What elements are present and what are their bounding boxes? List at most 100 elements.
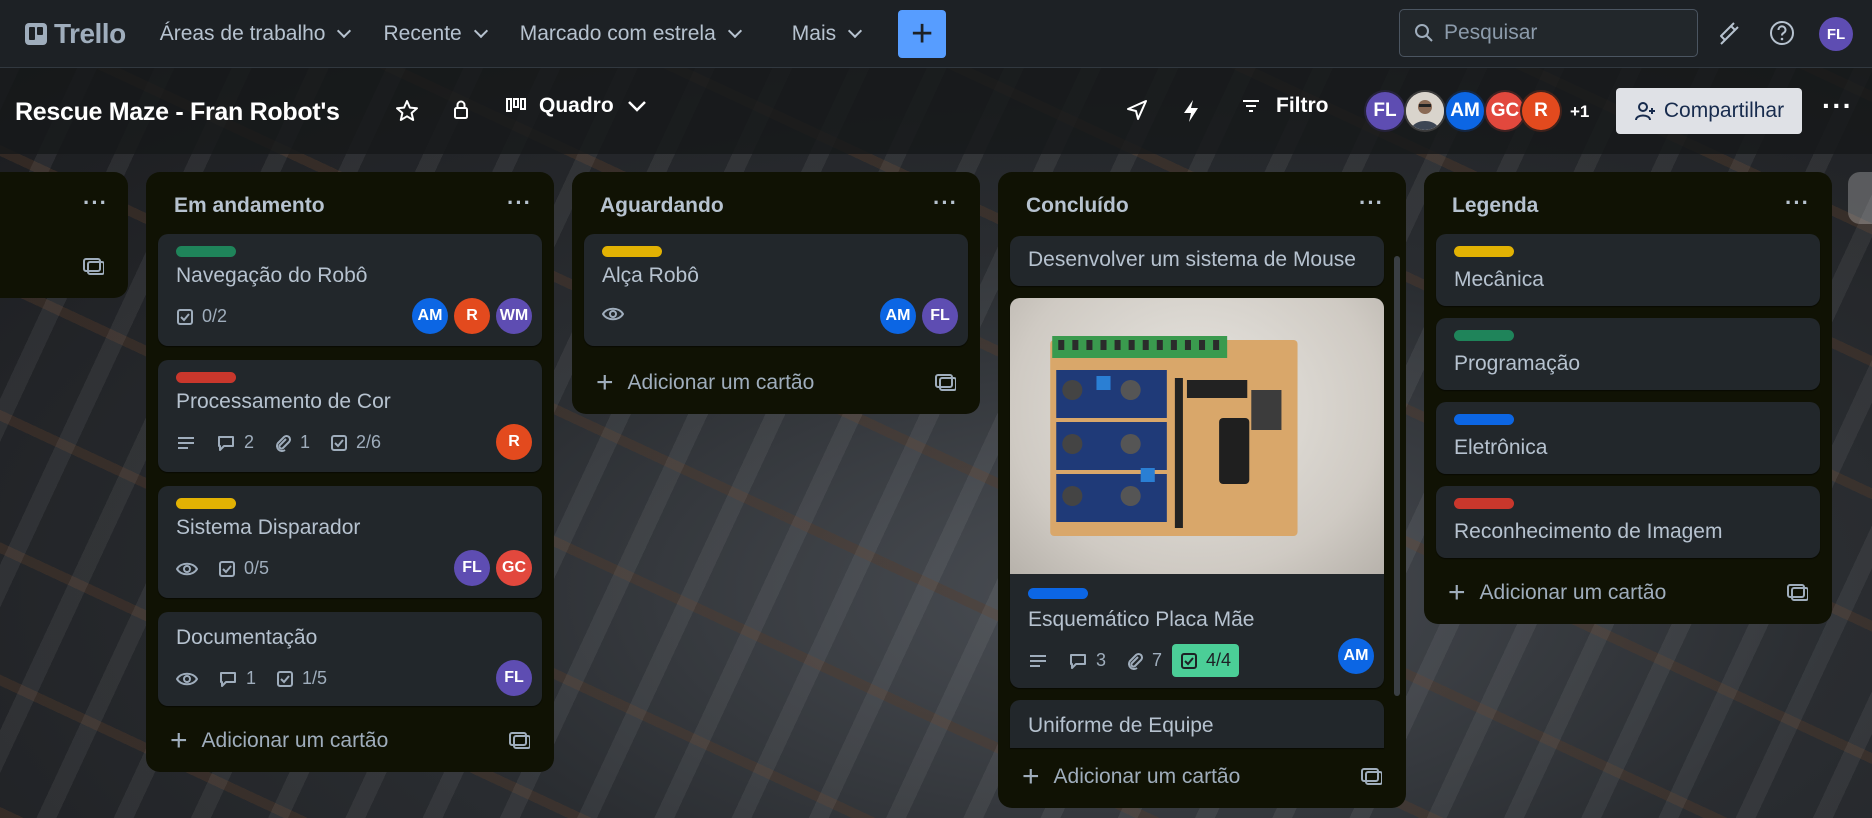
- help-icon: [1770, 21, 1794, 45]
- user-avatar[interactable]: FL: [1819, 17, 1853, 51]
- list-scrollbar[interactable]: [1394, 256, 1400, 696]
- list-partial: ···: [0, 172, 128, 298]
- star-board-button[interactable]: [394, 98, 420, 124]
- checklist-badge: 0/2: [176, 306, 227, 327]
- card-legenda-eletronica[interactable]: Eletrônica: [1436, 402, 1820, 474]
- plus-icon: +: [1022, 760, 1040, 793]
- card-member-avatar[interactable]: FL: [454, 550, 490, 586]
- card-member-avatar[interactable]: R: [496, 424, 532, 460]
- card-legenda-reconhecimento[interactable]: Reconhecimento de Imagem: [1436, 486, 1820, 558]
- card-template-icon[interactable]: [1360, 766, 1382, 786]
- card-members: AM R WM: [412, 298, 532, 334]
- nav-more[interactable]: Mais: [792, 22, 863, 46]
- label-blue: [1028, 588, 1088, 599]
- list-title[interactable]: Concluído: [1026, 194, 1129, 218]
- add-person-icon: [1634, 102, 1655, 121]
- search-input[interactable]: [1444, 21, 1674, 45]
- card-sistema-mouse[interactable]: Desenvolver um sistema de Mouse: [1010, 236, 1384, 286]
- card-legenda-programacao[interactable]: Programação: [1436, 318, 1820, 390]
- card-member-avatar[interactable]: WM: [496, 298, 532, 334]
- power-ups-button[interactable]: [1125, 98, 1149, 122]
- card-processamento[interactable]: Processamento de Cor 2 1 2/6 R: [158, 360, 542, 472]
- create-button[interactable]: +: [898, 9, 947, 58]
- card-template-icon[interactable]: [1786, 582, 1808, 602]
- plus-icon: +: [1448, 576, 1466, 609]
- lock-icon: [454, 100, 468, 119]
- board-view-icon: [506, 98, 526, 112]
- board-menu-button[interactable]: ···: [1822, 92, 1853, 120]
- add-card-button[interactable]: + Adicionar um cartão: [596, 368, 814, 398]
- member-avatar[interactable]: FL: [1364, 90, 1406, 132]
- card-member-avatar[interactable]: AM: [880, 298, 916, 334]
- card-member-avatar[interactable]: FL: [922, 298, 958, 334]
- card-member-avatar[interactable]: R: [454, 298, 490, 334]
- automation-button[interactable]: [1180, 98, 1202, 124]
- list-menu-button[interactable]: ···: [1785, 190, 1810, 216]
- checklist-icon: [177, 308, 193, 325]
- nav-starred-label: Marcado com estrela: [519, 21, 716, 45]
- checklist-count: 4/4: [1206, 650, 1232, 670]
- list-menu-button[interactable]: ···: [1359, 190, 1384, 216]
- member-avatar-photo[interactable]: [1404, 90, 1446, 132]
- card-template-icon[interactable]: [82, 256, 104, 276]
- card-template-icon[interactable]: [934, 372, 956, 392]
- card-member-avatar[interactable]: GC: [496, 550, 532, 586]
- nav-workspaces[interactable]: Áreas de trabalho: [160, 22, 352, 46]
- list-title[interactable]: Em andamento: [174, 194, 325, 218]
- card-title: Documentação: [176, 626, 318, 649]
- comment-icon: [1070, 653, 1086, 669]
- chevron-down-icon: [627, 101, 646, 112]
- card-navegacao[interactable]: Navegação do Robô 0/2 AM R WM: [158, 234, 542, 346]
- nav-recent[interactable]: Recente: [383, 22, 488, 46]
- card-documentacao[interactable]: Documentação 1 1/5 FL: [158, 612, 542, 706]
- card-member-avatar[interactable]: AM: [1338, 638, 1374, 674]
- card-badges: 0/5: [176, 558, 269, 579]
- help-button[interactable]: [1766, 17, 1798, 49]
- card-member-avatar[interactable]: FL: [496, 660, 532, 696]
- card-uniforme-equipe[interactable]: Uniforme de Equipe: [1010, 700, 1384, 748]
- card-alca-robo[interactable]: Alça Robô AM FL: [584, 234, 968, 346]
- filter-button[interactable]: Filtro: [1240, 94, 1329, 118]
- chevron-down-icon: [727, 23, 742, 38]
- search-box[interactable]: [1399, 9, 1698, 57]
- visibility-button[interactable]: [450, 98, 472, 122]
- list-menu-button[interactable]: ···: [83, 190, 108, 216]
- card-legenda-mecanica[interactable]: Mecânica: [1436, 234, 1820, 306]
- more-members-count[interactable]: +1: [1570, 102, 1589, 122]
- list-menu-button[interactable]: ···: [507, 190, 532, 216]
- share-button[interactable]: Compartilhar: [1616, 88, 1802, 134]
- add-card-button[interactable]: + Adicionar um cartão: [1448, 578, 1666, 608]
- list-aguardando: Aguardando ··· Alça Robô AM FL + Adicion…: [572, 172, 980, 414]
- checklist-icon: [219, 560, 235, 577]
- checklist-count: 1/5: [302, 668, 328, 688]
- circuit-board-image: [1050, 336, 1298, 536]
- list-title[interactable]: Legenda: [1452, 194, 1538, 218]
- checklist-badge: 1/5: [276, 668, 327, 689]
- card-title: Navegação do Robô: [176, 264, 368, 287]
- list-menu-button[interactable]: ···: [933, 190, 958, 216]
- add-card-button[interactable]: + Adicionar um cartão: [1022, 762, 1240, 792]
- checklist-icon: [277, 670, 294, 687]
- card-esquematico-placa-mae[interactable]: Esquemático Placa Mãe 3 7 4/4 AM: [1010, 298, 1384, 688]
- view-switcher[interactable]: Quadro: [505, 94, 648, 118]
- top-navigation: Trello Áreas de trabalho Recente Marcado…: [0, 0, 1872, 68]
- nav-starred[interactable]: Marcado com estrela: [519, 21, 742, 46]
- card-member-avatar[interactable]: AM: [412, 298, 448, 334]
- card-title: Uniforme de Equipe: [1028, 714, 1214, 737]
- comments-count: 3: [1096, 650, 1107, 670]
- trello-logo[interactable]: Trello: [25, 18, 126, 50]
- member-avatar[interactable]: R: [1520, 90, 1562, 132]
- notifications-button[interactable]: [1712, 17, 1744, 49]
- add-list-button[interactable]: [1848, 172, 1872, 224]
- board-title[interactable]: Rescue Maze - Fran Robot's: [15, 98, 340, 127]
- checklist-count: 0/5: [244, 558, 270, 578]
- add-card-button[interactable]: + Adicionar um cartão: [170, 726, 388, 756]
- checklist-icon: [1181, 652, 1198, 669]
- card-template-icon[interactable]: [508, 730, 530, 750]
- list-title[interactable]: Aguardando: [600, 194, 724, 218]
- card-title: Reconhecimento de Imagem: [1454, 520, 1723, 543]
- plus-icon: +: [170, 724, 188, 757]
- card-sistema-disparador[interactable]: Sistema Disparador 0/5 FL GC: [158, 486, 542, 598]
- checklist-count: 2/6: [356, 432, 382, 452]
- member-avatar[interactable]: AM: [1444, 90, 1486, 132]
